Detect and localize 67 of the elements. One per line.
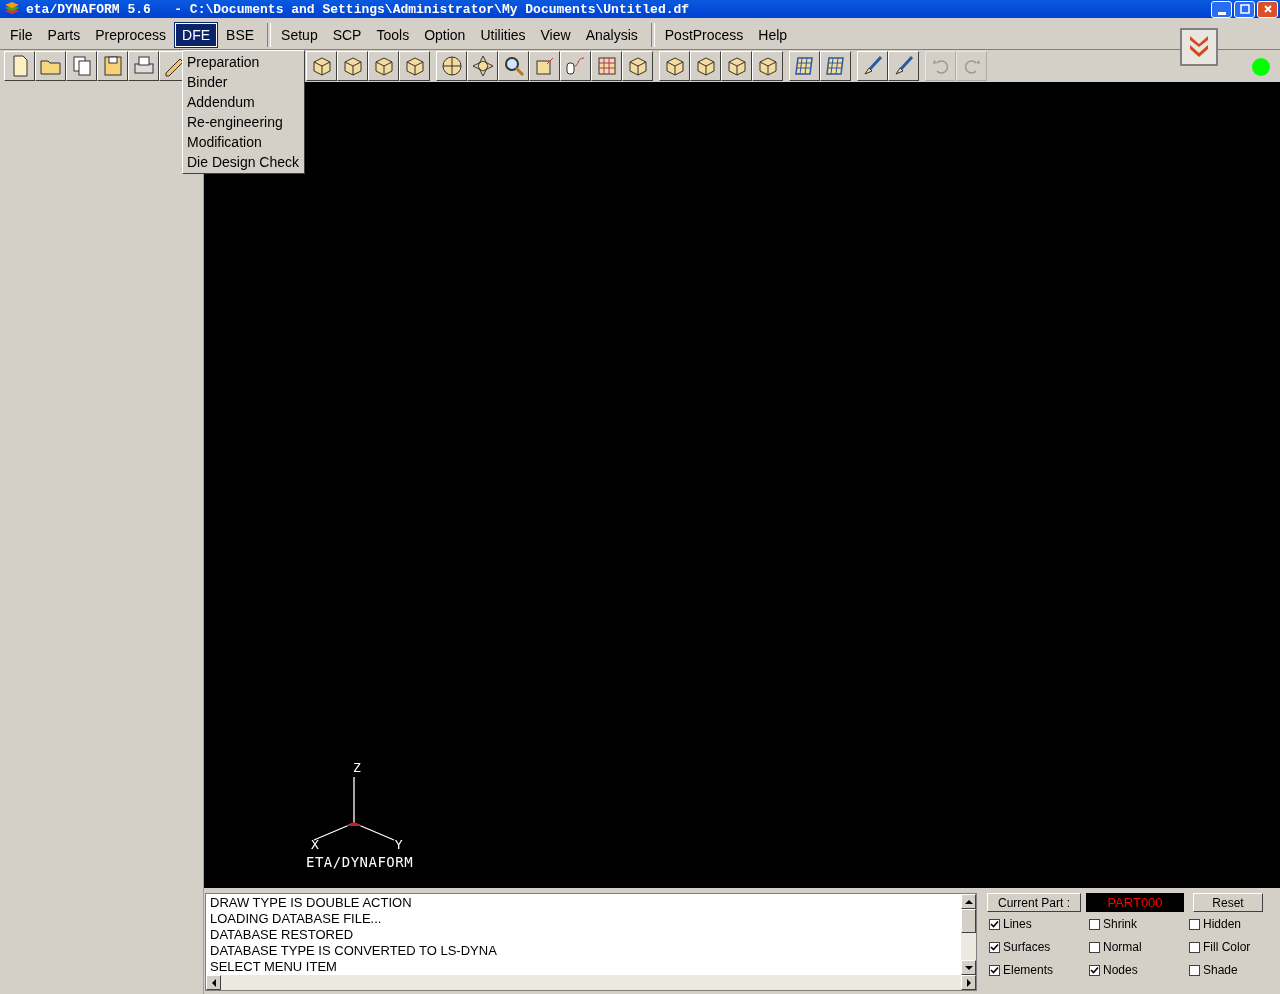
checkbox-label: Nodes <box>1103 963 1138 977</box>
menu-item[interactable]: Help <box>752 24 794 46</box>
minimize-button[interactable] <box>1211 0 1232 18</box>
horizontal-scrollbar[interactable] <box>206 975 976 990</box>
menu-option[interactable]: Die Design Check <box>183 152 304 172</box>
checkbox[interactable] <box>1189 918 1200 930</box>
menu-option[interactable]: Modification <box>183 132 304 152</box>
menu-item[interactable]: View <box>534 24 577 46</box>
checkbox-label: Normal <box>1103 940 1142 954</box>
menu-item[interactable]: Analysis <box>579 24 644 46</box>
checkbox-label: Elements <box>1003 963 1054 977</box>
menu-option[interactable]: Preparation <box>183 52 304 72</box>
message-line: DRAW TYPE IS DOUBLE ACTION <box>210 895 413 911</box>
checkbox[interactable] <box>989 918 1000 930</box>
checkbox[interactable] <box>1189 964 1200 976</box>
menu-item[interactable]: BSE <box>220 24 261 46</box>
minimize-icon <box>1217 11 1226 15</box>
checkbox[interactable] <box>1089 941 1100 953</box>
checkbox[interactable] <box>1089 918 1100 930</box>
current-part-button[interactable]: Current Part : <box>987 893 1081 912</box>
right-arrow-icon <box>964 978 973 987</box>
current-part-field: PART000 <box>1086 893 1184 912</box>
expand-button[interactable] <box>1180 28 1218 66</box>
down-arrow-icon <box>964 963 973 972</box>
maximize-icon <box>1239 4 1250 14</box>
checkbox[interactable] <box>989 941 1000 953</box>
menu-item[interactable]: Parts <box>41 24 87 46</box>
menu-item[interactable]: SCP <box>326 24 368 46</box>
maximize-button[interactable] <box>1234 0 1255 18</box>
menu-item[interactable]: Utilities <box>474 24 532 46</box>
message-line: DATABASE RESTORED <box>210 927 355 943</box>
checkbox[interactable] <box>1189 941 1200 953</box>
stack-icon <box>4 1 20 17</box>
vertical-scrollbar[interactable] <box>961 894 976 975</box>
menu-item[interactable]: DFE <box>175 23 218 47</box>
menu-option[interactable]: Addendum <box>183 92 304 112</box>
menu-item[interactable]: Tools <box>370 24 416 46</box>
checkbox-label: Hidden <box>1203 917 1242 931</box>
checkbox[interactable] <box>989 964 1000 976</box>
checkbox[interactable] <box>1089 964 1100 976</box>
menu-option[interactable]: Binder <box>183 72 304 92</box>
message-line: SELECT MENU ITEM <box>210 959 338 975</box>
double-chevron-icon <box>1187 34 1211 60</box>
tool-icon <box>470 54 495 78</box>
checkbox-label: Surfaces <box>1003 940 1051 954</box>
checkbox-label: Shrink <box>1103 917 1137 931</box>
close-button[interactable] <box>1257 0 1278 18</box>
tool-icon <box>439 54 464 78</box>
axis-label: X <box>311 837 319 852</box>
menu-item[interactable]: Setup <box>275 24 324 46</box>
menu-item[interactable]: Option <box>418 24 472 46</box>
checkbox-label: Lines <box>1003 917 1032 931</box>
window-title: eta/DYNAFORM 5.6 - C:\Documents and Settings\Administrator\My Documents\Untitled.df <box>26 1 691 17</box>
menu-option[interactable]: Re-engineering <box>183 112 304 132</box>
checkbox-label: Shade <box>1203 963 1238 977</box>
up-arrow-icon <box>964 897 973 906</box>
axis-label: Y <box>394 837 403 852</box>
menu-item[interactable]: Preprocess <box>89 24 173 46</box>
axis-label: Z <box>353 760 361 775</box>
viewport-logo: ETA/DYNAFORM <box>306 854 414 870</box>
message-line: DATABASE TYPE IS CONVERTED TO LS-DYNA <box>210 943 498 959</box>
reset-button[interactable]: Reset <box>1193 893 1263 912</box>
menu-item[interactable]: File <box>4 24 39 46</box>
close-icon <box>1262 4 1273 14</box>
menu-item[interactable]: PostProcess <box>658 24 750 46</box>
checkbox-label: Fill Color <box>1203 940 1251 954</box>
message-line: LOADING DATABASE FILE... <box>210 911 383 927</box>
